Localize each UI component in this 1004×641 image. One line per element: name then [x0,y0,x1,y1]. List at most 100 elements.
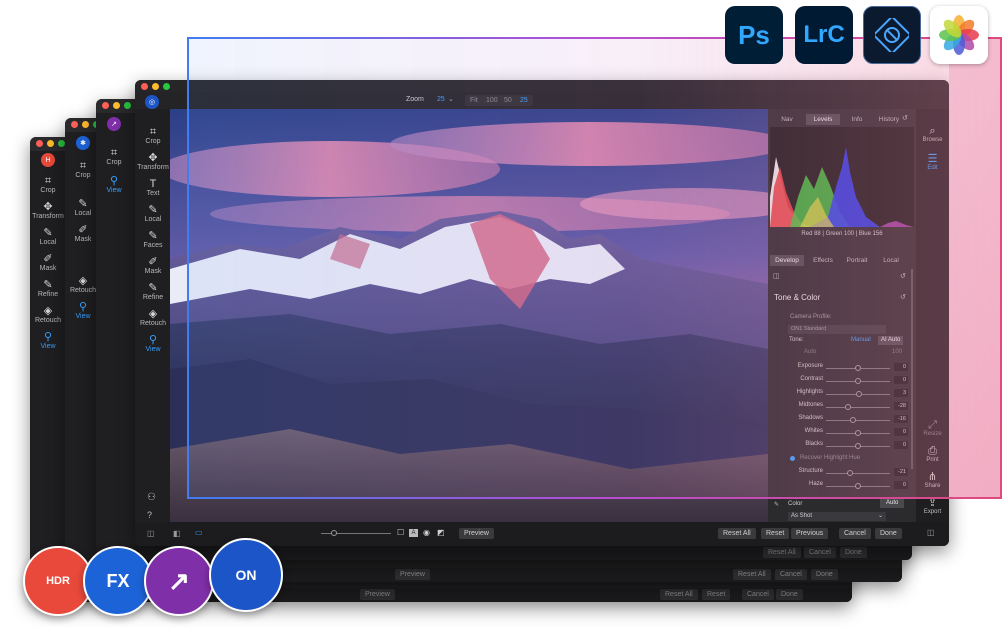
reference-icon[interactable]: ◩ [437,528,445,537]
panel-toggle-icon[interactable]: ◫ [147,529,155,538]
rail-edit[interactable]: ☰ Edit [916,153,949,171]
reset-icon[interactable]: ↺ [900,272,906,280]
recover-checkbox[interactable] [790,456,795,461]
camera-icon[interactable]: ◫ [773,272,780,280]
back1-tool[interactable]: ✐ Mask [30,253,66,272]
mask-overlay-icon[interactable]: ◉ [423,528,430,537]
back1-tool[interactable]: ⌗ Crop [30,175,66,194]
panel-scrollbar[interactable] [911,269,913,469]
slider-knob[interactable] [855,378,861,384]
reset-section-icon[interactable]: ↺ [900,293,906,301]
undo-icon[interactable]: ↺ [902,114,908,122]
slider-value[interactable]: -16 [894,415,908,423]
slider-row[interactable]: Contrast 0 [786,376,908,386]
mask-view-icon[interactable]: A [409,529,418,537]
back1-tool[interactable]: ⚲ View [30,331,66,350]
tool-mask[interactable]: ✐ Mask [135,256,171,275]
tab-info[interactable]: Info [840,114,874,125]
done-button[interactable]: Done [840,547,867,558]
rail-export[interactable]: ⇪ Export [916,497,949,515]
tab-develop[interactable]: Develop [770,255,804,266]
reset-button[interactable]: Reset [761,528,790,539]
slider-row[interactable]: Exposure 0 [786,363,908,373]
slider-knob[interactable] [849,417,856,423]
tone-ai-auto-button[interactable]: AI Auto [878,336,904,345]
slider-row[interactable]: Structure -21 [786,468,908,478]
slider-value[interactable]: 3 [894,389,908,397]
tool-local[interactable]: ✎ Local [135,204,171,223]
tool-retouch[interactable]: ◈ Retouch [135,308,171,327]
slider-knob[interactable] [855,365,861,371]
tab-local[interactable]: Local [874,255,908,266]
filmstrip-icon[interactable]: ▭ [195,528,203,537]
back3-tool[interactable]: ⚲ View [96,175,132,194]
slider-value[interactable]: 0 [894,363,908,371]
tab-effects[interactable]: Effects [806,255,840,266]
reset-all-button[interactable]: Reset All [763,547,801,558]
tool-refine[interactable]: ✎ Refine [135,282,171,301]
tool-crop[interactable]: ⌗ Crop [135,126,171,145]
slider-knob[interactable] [855,483,861,489]
tool-faces[interactable]: ✎ Faces [135,230,171,249]
camera-profile-select[interactable]: ON1 Standard [788,325,886,334]
previous-button[interactable]: Previous [791,528,829,539]
slider-value[interactable]: 0 [894,481,908,489]
slider-value[interactable]: 0 [894,376,908,384]
panel-right-toggle-icon[interactable]: ◫ [927,528,935,537]
slider-knob[interactable] [856,391,863,397]
preview-button[interactable]: Preview [360,589,395,600]
slider-row[interactable]: Shadows -16 [786,415,908,425]
slider-knob[interactable] [331,530,337,536]
tab-portrait[interactable]: Portrait [840,255,874,266]
slider-row[interactable]: Blacks 0 [786,441,908,451]
slider-value[interactable]: -28 [894,402,908,410]
tool-transform[interactable]: ✥ Transform [135,152,171,171]
reset-all-button[interactable]: Reset All [660,589,698,600]
slider-track[interactable] [826,407,890,408]
slider-value[interactable]: 0 [894,428,908,436]
tab-nav[interactable]: Nav [770,114,804,125]
tab-levels[interactable]: Levels [806,114,840,125]
rail-print[interactable]: ⎙ Print [916,445,949,463]
chevron-down-icon[interactable]: ⌄ [448,95,454,103]
slider-knob[interactable] [847,470,854,476]
rail-share[interactable]: ⋔ Share [916,471,949,489]
slider-knob[interactable] [855,430,861,436]
back3-tool[interactable]: ⌗ Crop [96,147,132,166]
compare-icon[interactable]: ◧ [173,529,181,538]
preview-button[interactable]: Preview [395,569,430,580]
tool-text[interactable]: T Text [135,178,171,197]
view-square-icon[interactable]: ☐ [397,528,404,537]
cancel-button[interactable]: Cancel [804,547,836,558]
back1-tool[interactable]: ✎ Refine [30,279,66,298]
slider-row[interactable]: Haze 0 [786,481,908,491]
done-button[interactable]: Done [811,569,838,580]
reset-all-button[interactable]: Reset All [733,569,771,580]
back1-tool[interactable]: ◈ Retouch [30,305,66,324]
help-icon[interactable]: ? [147,510,152,520]
back1-tool[interactable]: ✥ Transform [30,201,66,220]
slider-track[interactable] [826,420,890,421]
color-toggle-icon[interactable]: ✎ [774,501,779,508]
preview-button[interactable]: Preview [459,528,494,539]
cancel-button[interactable]: Cancel [775,569,807,580]
slider-value[interactable]: -21 [894,468,908,476]
back1-tool[interactable]: ✎ Local [30,227,66,246]
tab-history[interactable]: History [874,114,904,125]
photo-canvas[interactable] [170,109,768,522]
reset-button[interactable]: Reset [702,589,731,600]
rail-browse[interactable]: ⌕ Browse [916,125,949,143]
slider-value[interactable]: 0 [894,441,908,449]
done-button[interactable]: Done [875,528,902,539]
tool-view[interactable]: ⚲ View [135,334,171,353]
cancel-button[interactable]: Cancel [839,528,871,539]
reset-all-button[interactable]: Reset All [718,528,756,539]
rail-resize[interactable]: ⤢ Resize [916,419,949,437]
cancel-button[interactable]: Cancel [742,589,774,600]
color-auto-button[interactable]: Auto [880,499,905,508]
slider-knob[interactable] [845,404,852,410]
slider-row[interactable]: Highlights 3 [786,389,908,399]
done-button[interactable]: Done [776,589,803,600]
people-icon[interactable]: ⚇ [147,492,156,503]
white-balance-select[interactable]: As Shot ⌄ [788,512,886,521]
